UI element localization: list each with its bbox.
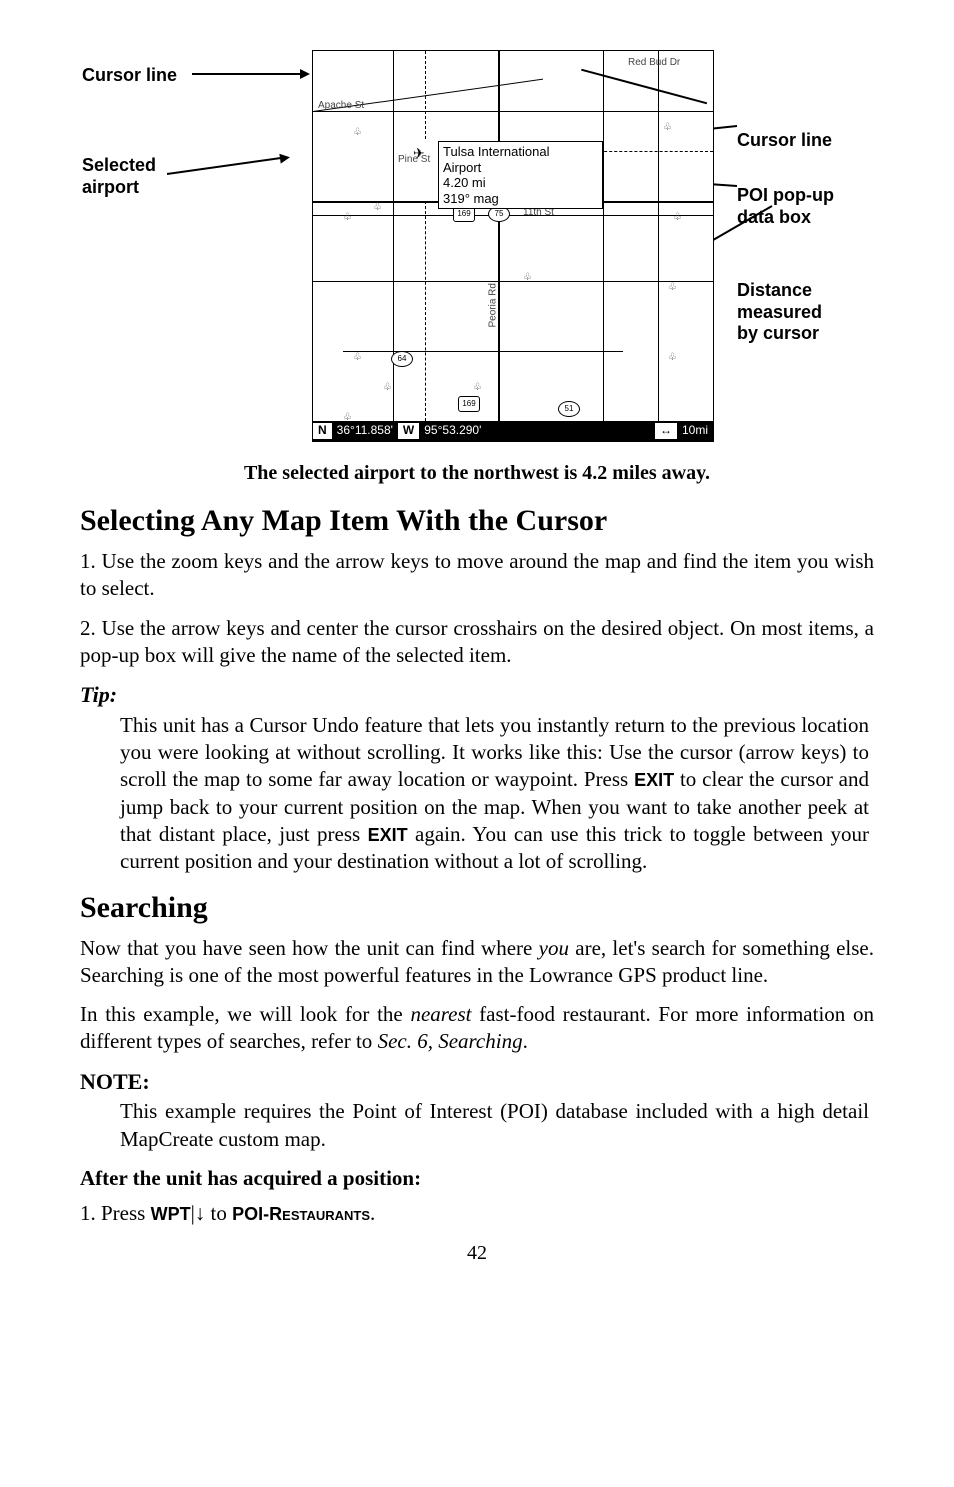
- arrow-head-icon: [279, 152, 290, 163]
- paragraph: 1. Use the zoom keys and the arrow keys …: [80, 548, 874, 603]
- street-label: Apache St: [318, 99, 364, 112]
- text: 1. Press: [80, 1201, 151, 1225]
- popup-line: Airport: [443, 160, 598, 176]
- label-selected-airport: Selected airport: [82, 155, 156, 198]
- heading-searching: Searching: [80, 888, 874, 927]
- note-body: This example requires the Point of Inter…: [120, 1098, 869, 1153]
- paragraph: 2. Use the arrow keys and center the cur…: [80, 615, 874, 670]
- tip-label: Tip:: [80, 681, 874, 710]
- scale-arrow-icon: ↔: [655, 423, 677, 439]
- status-n: N: [313, 423, 332, 439]
- text: .: [370, 1201, 375, 1225]
- italic-you: you: [539, 936, 569, 960]
- status-w: W: [398, 423, 419, 439]
- key-wpt: WPT: [151, 1204, 191, 1224]
- after-position-heading: After the unit has acquired a position:: [80, 1165, 874, 1192]
- poi-popup-box: Tulsa International Airport 4.20 mi 319°…: [438, 141, 603, 209]
- map-screenshot: Apache St Pine St 11th St Red Bud Dr Peo…: [312, 50, 714, 442]
- text: In this example, we will look for the: [80, 1002, 410, 1026]
- road-shield: 51: [558, 401, 580, 417]
- label-cursor-line-left: Cursor line: [82, 65, 177, 87]
- cursor-crosshair-v: [425, 51, 427, 139]
- map-status-bar: N 36°11.858' W 95°53.290' ↔ 10mi: [313, 421, 713, 441]
- status-lat: 36°11.858': [332, 423, 398, 439]
- paragraph: Now that you have seen how the unit can …: [80, 935, 874, 990]
- key-exit: EXIT: [634, 770, 674, 790]
- tip-body: This unit has a Cursor Undo feature that…: [120, 712, 869, 876]
- heading-selecting: Selecting Any Map Item With the Cursor: [80, 501, 874, 540]
- pointer-line: [192, 73, 302, 75]
- status-scale: 10mi: [677, 423, 713, 439]
- paragraph: In this example, we will look for the ne…: [80, 1001, 874, 1056]
- road-shield: 169: [458, 396, 480, 412]
- italic-nearest: nearest: [410, 1002, 471, 1026]
- road-shield: 64: [391, 351, 413, 367]
- menu-poi-restaurants: POI-Restaurants: [232, 1204, 370, 1224]
- italic-section-ref: Sec. 6, Searching: [378, 1029, 523, 1053]
- pointer-line: [167, 157, 281, 175]
- figure-caption: The selected airport to the northwest is…: [80, 460, 874, 486]
- street-label: Peoria Rd: [487, 283, 500, 327]
- arrow-head-icon: [300, 69, 310, 79]
- airplane-icon: ✈: [413, 146, 425, 164]
- text: Now that you have seen how the unit can …: [80, 936, 539, 960]
- cursor-crosshair-v: [425, 201, 427, 421]
- street-label: Red Bud Dr: [628, 56, 680, 69]
- label-cursor-line-right: Cursor line: [737, 130, 832, 152]
- text: .: [523, 1029, 528, 1053]
- status-lon: 95°53.290': [419, 423, 486, 439]
- popup-line: Tulsa International: [443, 144, 598, 160]
- popup-line: 319° mag: [443, 191, 598, 207]
- page-number: 42: [80, 1240, 874, 1266]
- text: |↓ to: [191, 1201, 233, 1225]
- figure-container: Cursor line Selected airport Cursor line…: [82, 50, 872, 455]
- step-1: 1. Press WPT|↓ to POI-Restaurants.: [80, 1200, 874, 1227]
- note-label: NOTE:: [80, 1068, 874, 1097]
- popup-line: 4.20 mi: [443, 175, 598, 191]
- key-exit: EXIT: [368, 825, 408, 845]
- label-distance: Distance measured by cursor: [737, 280, 822, 345]
- label-poi-popup: POI pop-up data box: [737, 185, 834, 228]
